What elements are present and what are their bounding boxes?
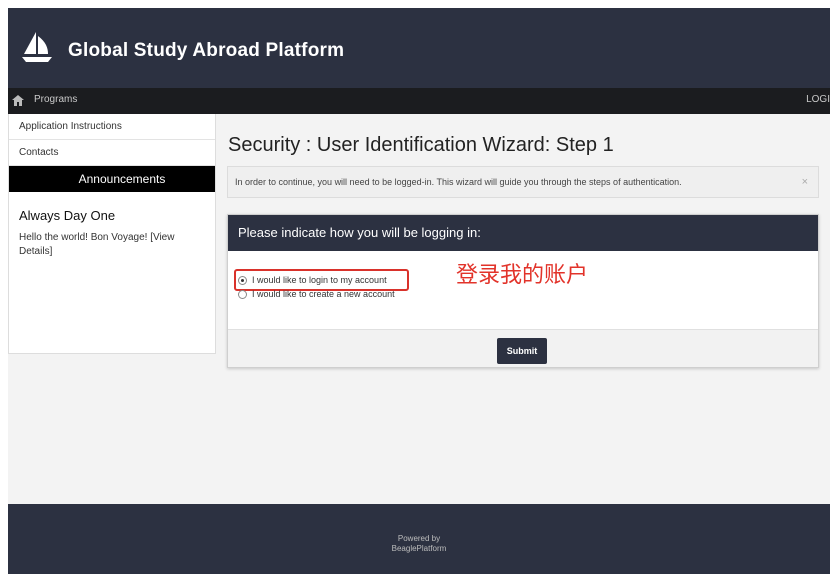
option-login-existing-label: I would like to login to my account — [252, 275, 387, 285]
alert-text: In order to continue, you will need to b… — [235, 177, 682, 187]
announcements-header: Announcements — [9, 166, 215, 192]
footer-platform-name[interactable]: BeaglePlatform — [8, 544, 830, 554]
footer: Powered by BeaglePlatform — [8, 504, 830, 574]
radio-create-account[interactable] — [238, 289, 247, 299]
sidebar: Application Instructions Contacts Announ… — [8, 114, 216, 354]
sailboat-logo[interactable] — [20, 30, 54, 64]
submit-button[interactable]: Submit — [497, 338, 547, 364]
option-create-account-label: I would like to create a new account — [252, 289, 395, 299]
panel-title: Please indicate how you will be logging … — [228, 215, 818, 251]
close-icon[interactable]: × — [802, 176, 808, 188]
browser-frame: Global Study Abroad Platform Programs LO… — [8, 8, 830, 574]
nav-programs-link[interactable]: Programs — [34, 94, 77, 105]
option-login-existing[interactable]: I would like to login to my account — [238, 275, 387, 285]
home-icon[interactable] — [12, 95, 24, 106]
announcement-title: Always Day One — [19, 208, 116, 223]
footer-text: Powered by BeaglePlatform — [8, 534, 830, 554]
top-navbar: Programs LOGI — [8, 88, 830, 114]
panel-body: I would like to login to my account I wo… — [228, 251, 818, 329]
radio-login-existing[interactable] — [238, 275, 247, 285]
option-create-account[interactable]: I would like to create a new account — [238, 289, 395, 299]
login-method-panel: Please indicate how you will be logging … — [227, 214, 819, 368]
footer-powered-by: Powered by — [397, 534, 441, 543]
brand-title[interactable]: Global Study Abroad Platform — [68, 40, 344, 62]
info-alert: In order to continue, you will need to b… — [227, 166, 819, 198]
annotation-text: 登录我的账户 — [456, 263, 589, 288]
page-title: Security : User Identification Wizard: S… — [228, 134, 614, 156]
sidebar-item-contacts[interactable]: Contacts — [9, 140, 215, 166]
panel-footer: Submit — [228, 329, 818, 367]
announcement-body[interactable]: Hello the world! Bon Voyage! [View Detai… — [19, 231, 205, 259]
sidebar-item-application-instructions[interactable]: Application Instructions — [9, 114, 215, 140]
nav-login-link[interactable]: LOGI — [806, 94, 830, 105]
header: Global Study Abroad Platform — [8, 8, 830, 88]
